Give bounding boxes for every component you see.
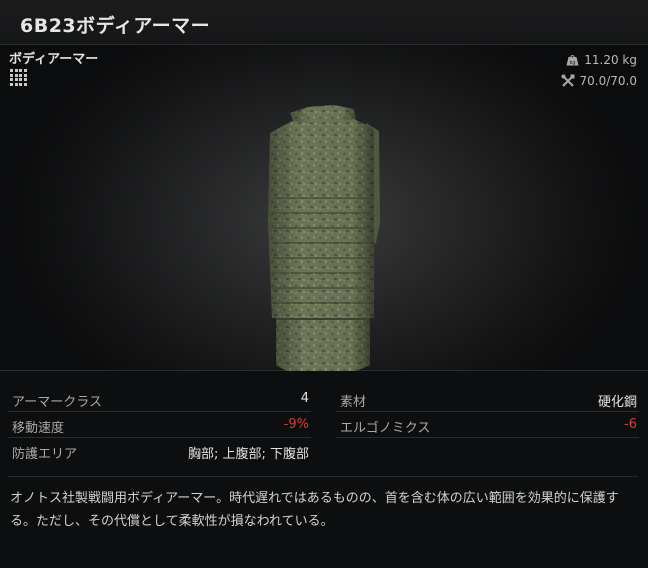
stat-value: 胸部; 上腹部; 下腹部 bbox=[187, 447, 309, 462]
stat-value: -9% bbox=[283, 417, 309, 432]
stats-left-column: アーマークラス 4 移動速度 -9% 防護エリア 胸部; 上腹部; 下腹部 bbox=[8, 386, 311, 463]
stat-value: -6 bbox=[624, 417, 637, 432]
stat-row: 防護エリア 胸部; 上腹部; 下腹部 bbox=[8, 438, 311, 463]
item-preview-panel: ボディアーマー kg 11.20 kg 70.0/70.0 bbox=[0, 45, 648, 371]
weight-value: 11.20 kg bbox=[584, 53, 637, 67]
svg-text:kg: kg bbox=[570, 60, 576, 66]
body-armor-image bbox=[268, 105, 380, 371]
divider bbox=[8, 476, 638, 477]
tools-icon bbox=[561, 74, 575, 87]
stat-row: エルゴノミクス -6 bbox=[336, 412, 639, 438]
stat-label: 防護エリア bbox=[12, 447, 78, 462]
stat-value: 4 bbox=[300, 391, 309, 406]
durability-value: 70.0/70.0 bbox=[579, 74, 637, 88]
stat-label: アーマークラス bbox=[12, 395, 102, 410]
weight-stat: kg 11.20 kg bbox=[566, 53, 637, 67]
stats-right-column: 素材 硬化鋼 エルゴノミクス -6 bbox=[336, 386, 639, 438]
stat-label: 移動速度 bbox=[12, 421, 65, 436]
stat-value: 硬化鋼 bbox=[597, 395, 637, 410]
stat-row: アーマークラス 4 bbox=[8, 386, 311, 412]
stat-label: エルゴノミクス bbox=[340, 421, 431, 436]
stat-label: 素材 bbox=[340, 395, 367, 410]
window-title: 6B23ボディアーマー bbox=[20, 15, 211, 37]
stat-row: 素材 硬化鋼 bbox=[336, 386, 639, 412]
item-category-label: ボディアーマー bbox=[9, 52, 99, 67]
stat-row: 移動速度 -9% bbox=[8, 412, 311, 438]
title-bar[interactable]: 6B23ボディアーマー bbox=[0, 0, 648, 45]
weight-icon: kg bbox=[566, 55, 579, 66]
durability-stat: 70.0/70.0 bbox=[561, 74, 637, 88]
grid-icon bbox=[10, 69, 28, 87]
item-inspect-window: 6B23ボディアーマー ボディアーマー kg 11.20 kg 70.0/70.… bbox=[0, 0, 648, 568]
item-description: オノトス社製戦闘用ボディアーマー。時代遅れではあるものの、首を含む体の広い範囲を… bbox=[10, 491, 619, 529]
